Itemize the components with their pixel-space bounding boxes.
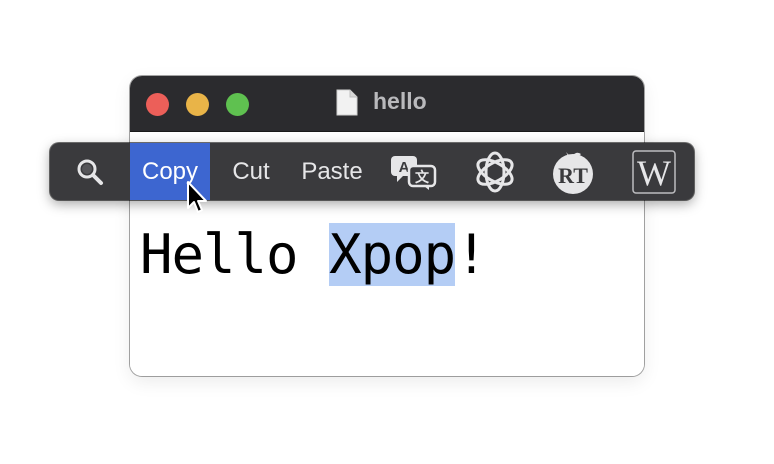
minimize-button[interactable] xyxy=(186,93,209,116)
wikipedia-icon: W xyxy=(632,149,676,194)
title-bar[interactable]: hello xyxy=(130,76,644,132)
openai-icon xyxy=(476,151,514,192)
selected-text[interactable]: Xpop xyxy=(329,223,456,286)
rt-icon: RT xyxy=(553,151,593,194)
window-title: hello xyxy=(373,88,427,114)
svg-text:文: 文 xyxy=(415,169,430,185)
text-after-selection: ! xyxy=(455,223,488,286)
close-button[interactable] xyxy=(146,93,169,116)
editor-window: hello Hello Xpop! xyxy=(130,76,644,376)
chatgpt-button[interactable] xyxy=(468,143,522,200)
translate-button[interactable]: A 文 xyxy=(386,143,440,200)
translate-icon: A 文 xyxy=(391,155,437,190)
cut-button[interactable]: Cut xyxy=(220,143,282,200)
editor-content[interactable]: Hello Xpop! xyxy=(140,223,488,287)
maximize-button[interactable] xyxy=(226,93,249,116)
magnifier-icon xyxy=(77,159,103,185)
paste-button[interactable]: Paste xyxy=(290,143,374,200)
wikipedia-button[interactable]: W xyxy=(624,143,684,200)
document-icon xyxy=(336,89,358,116)
search-button[interactable] xyxy=(70,143,110,200)
svg-text:RT: RT xyxy=(558,163,588,188)
svg-text:W: W xyxy=(637,153,671,193)
mouse-pointer-icon xyxy=(187,181,207,213)
text-before-selection: Hello xyxy=(140,223,330,286)
rt-button[interactable]: RT xyxy=(546,143,600,200)
popup-action-bar: Copy Cut Paste A 文 RT W xyxy=(50,143,694,200)
